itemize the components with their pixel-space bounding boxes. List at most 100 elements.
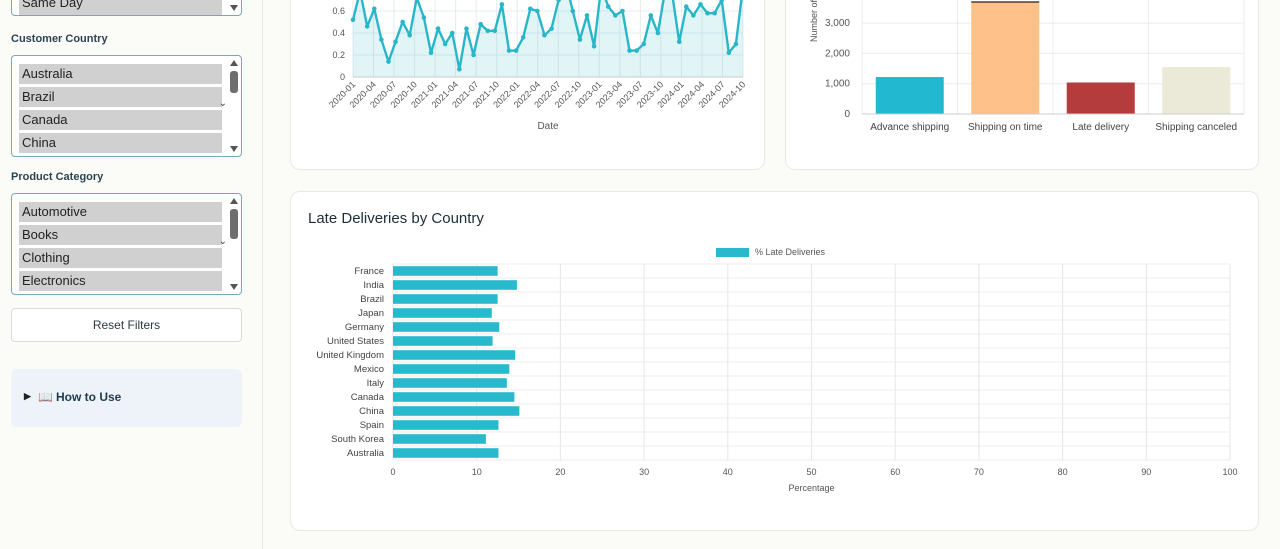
data-point (542, 32, 547, 38)
x-tick-label: Shipping canceled (1155, 122, 1237, 133)
data-point (478, 21, 483, 27)
data-point (442, 41, 448, 47)
x-tick-label: 90 (1141, 467, 1151, 477)
late-deliveries-card: Late Deliveries by Country % Late Delive… (290, 191, 1259, 531)
list-item[interactable]: Automotive (19, 202, 222, 222)
data-point (513, 48, 519, 53)
data-point (379, 37, 384, 42)
x-tick-label: Advance shipping (870, 122, 949, 133)
bar (393, 420, 499, 430)
list-item[interactable]: Brazil (19, 87, 222, 107)
x-tick-label: 30 (639, 467, 649, 477)
y-axis-label: Number of (809, 0, 819, 42)
list-item[interactable]: Books (19, 225, 222, 245)
y-tick-label: 3,000 (825, 18, 850, 29)
scroll-thumb[interactable] (230, 71, 238, 93)
list-item[interactable]: Canada (19, 110, 222, 130)
y-tick-label: 0 (340, 72, 345, 82)
y-tick-label: United Kingdom (316, 350, 384, 361)
list-item[interactable]: China (19, 133, 222, 153)
scrollbar[interactable] (229, 0, 239, 15)
chevron-down-icon: ⌄ (218, 236, 227, 247)
data-point (691, 13, 696, 18)
bar (393, 280, 517, 290)
scroll-down-icon[interactable] (230, 146, 238, 152)
shipping-mode-option[interactable]: Same Day (19, 0, 222, 15)
data-point (506, 48, 512, 53)
bar (971, 2, 1040, 114)
bar (393, 294, 498, 304)
data-point (386, 59, 391, 64)
y-tick-label: Australia (347, 448, 385, 459)
y-tick-label: Canada (351, 392, 385, 403)
data-point (364, 24, 370, 29)
x-tick-label: 0 (390, 467, 395, 477)
bar (393, 448, 499, 458)
bar (393, 322, 500, 332)
list-item[interactable]: Clothing (19, 248, 222, 268)
y-tick-label: 0.6 (332, 6, 345, 16)
data-point (549, 26, 554, 31)
scroll-up-icon[interactable] (230, 60, 238, 66)
data-point (591, 43, 597, 49)
data-point (371, 6, 377, 12)
shipping-status-chart: 0 1,000 2,000 3,000 Number of Advance shippin… (809, 0, 1245, 133)
x-tick-label: Late delivery (1072, 122, 1129, 133)
y-tick-label: Spain (360, 420, 384, 431)
legend-swatch (716, 248, 749, 257)
bar (1162, 67, 1231, 114)
y-tick-label: United States (327, 336, 384, 347)
category-listbox[interactable]: Automotive Books Clothing Electronics ⌄ (11, 193, 242, 295)
how-to-use-label: How to Use (56, 390, 122, 404)
bar (393, 406, 520, 416)
data-point (584, 13, 590, 18)
data-point (726, 50, 732, 56)
x-tick-label: 70 (974, 467, 984, 477)
shipping-status-card: 0 1,000 2,000 3,000 Number of Advance shippin… (785, 0, 1259, 170)
x-tick-label: 50 (806, 467, 816, 477)
data-point (613, 13, 618, 18)
triangle-right-icon: ▶ (24, 391, 31, 401)
x-tick-label: 40 (723, 467, 733, 477)
bar (393, 336, 493, 346)
list-item[interactable]: Electronics (19, 271, 222, 291)
scrollbar[interactable] (229, 56, 239, 156)
country-filter-label: Customer Country (11, 33, 108, 45)
scroll-thumb[interactable] (230, 209, 238, 239)
x-tick-label: Shipping on time (968, 122, 1043, 133)
data-point (520, 35, 526, 40)
x-axis-label: Date (537, 121, 559, 132)
data-point (705, 10, 710, 16)
reset-filters-button[interactable]: Reset Filters (11, 308, 242, 342)
scroll-up-icon[interactable] (230, 198, 238, 204)
y-tick-label: Mexico (354, 364, 384, 375)
scroll-down-icon[interactable] (230, 5, 238, 11)
data-point (712, 10, 717, 16)
bar (393, 350, 516, 360)
list-item[interactable]: Australia (19, 64, 222, 84)
y-tick-label: South Korea (331, 434, 385, 445)
bar (393, 392, 515, 402)
bar (875, 77, 944, 114)
y-tick-label: Italy (367, 378, 385, 389)
data-point (535, 8, 540, 14)
data-point (655, 30, 661, 36)
bar (393, 308, 492, 318)
bar (1066, 82, 1135, 114)
scrollbar[interactable] (229, 194, 239, 294)
data-point (471, 52, 476, 58)
scroll-down-icon[interactable] (230, 284, 238, 290)
data-point (620, 8, 625, 14)
country-listbox[interactable]: Australia Brazil Canada China ⌄ (11, 55, 242, 157)
data-point (577, 37, 583, 42)
y-tick-label: 1,000 (825, 79, 850, 90)
sidebar: Same Day Customer Country Australia Braz… (0, 0, 263, 549)
bar (393, 364, 510, 374)
data-point (733, 41, 739, 47)
data-point (627, 48, 632, 53)
data-point (449, 30, 455, 36)
shipping-mode-select[interactable]: Same Day (11, 0, 242, 16)
how-to-use-expander[interactable]: ▶ 📖 How to Use (11, 369, 242, 427)
data-point (464, 26, 469, 31)
data-point (393, 39, 398, 45)
